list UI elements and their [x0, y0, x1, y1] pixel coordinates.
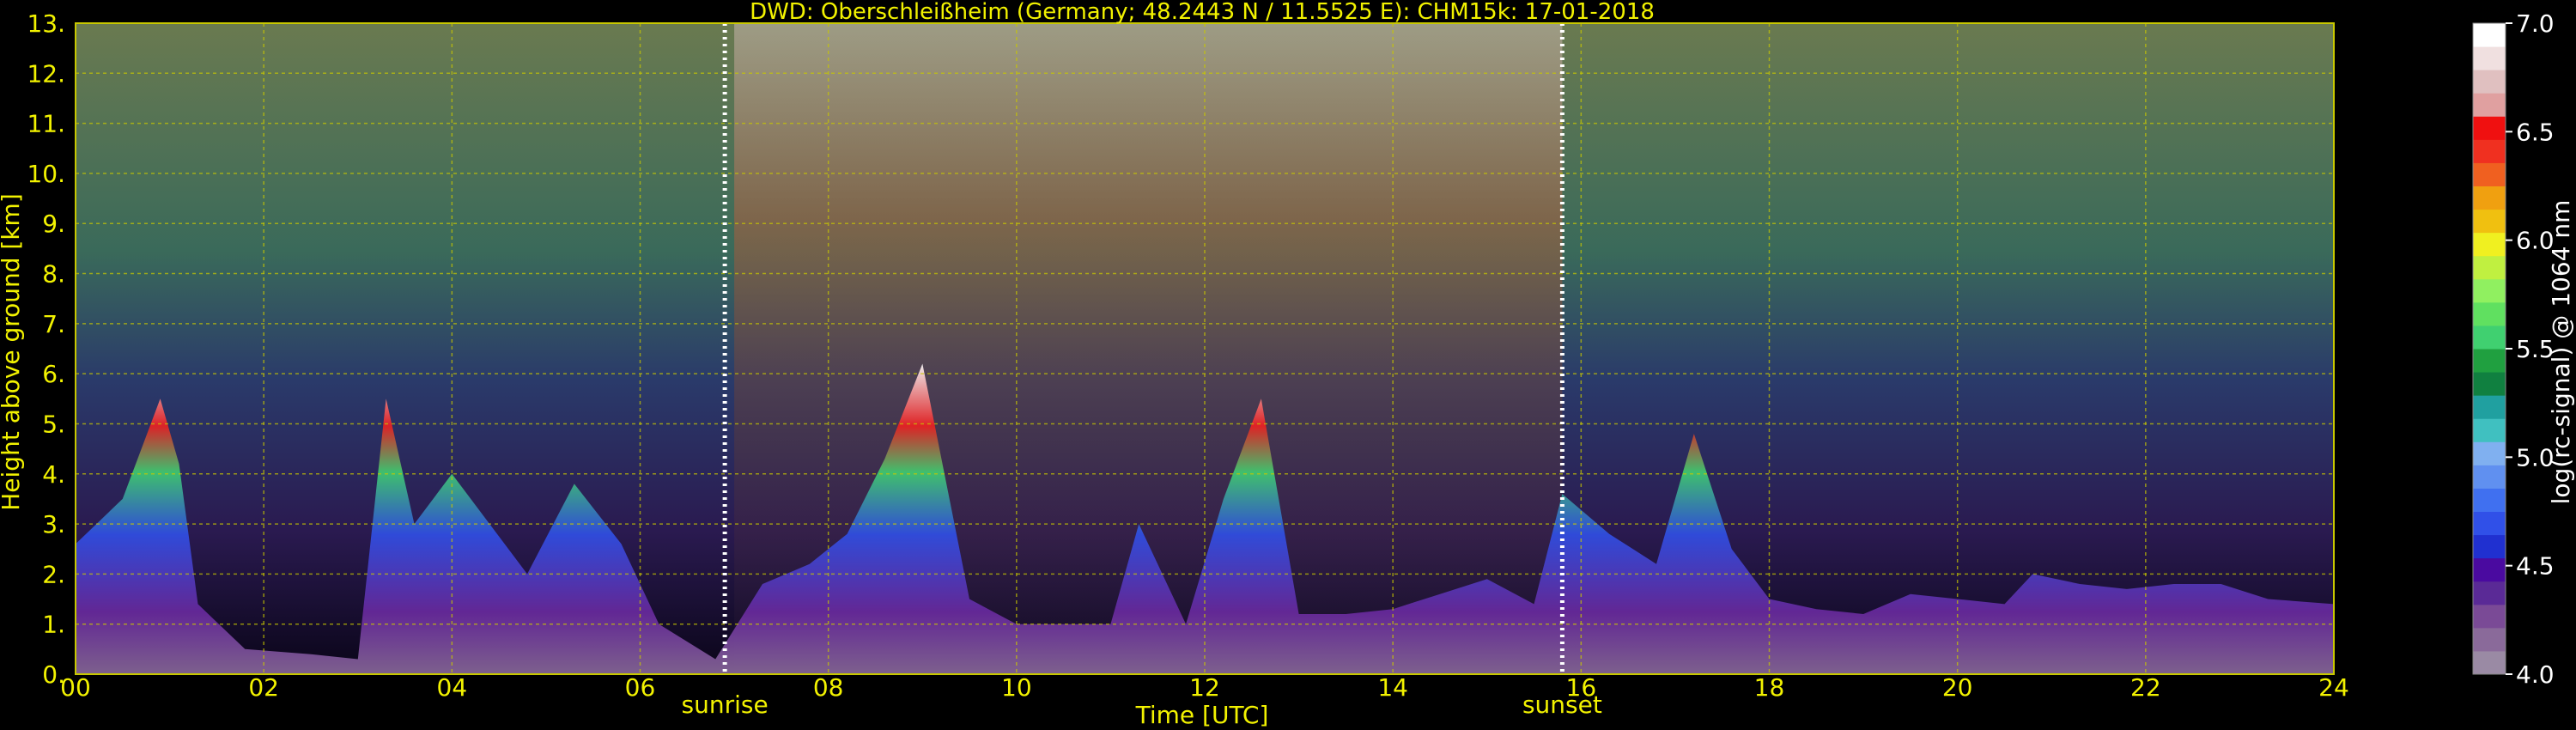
y-tick-label: 1. — [42, 611, 65, 639]
x-tick-label: 18 — [1754, 673, 1785, 702]
y-tick-label: 8. — [42, 260, 65, 289]
colorbar-swatch — [2473, 93, 2506, 117]
colorbar-label: log(rc-signal) @ 1064 nm — [2547, 200, 2575, 505]
x-tick-label: 20 — [1942, 673, 1973, 702]
colorbar-swatch — [2473, 604, 2506, 629]
colorbar-swatch — [2473, 581, 2506, 605]
annotation-label: sunset — [1522, 690, 1602, 719]
colorbar-swatch — [2473, 441, 2506, 465]
colorbar-swatch — [2473, 511, 2506, 536]
x-tick-label: 02 — [248, 673, 279, 702]
colorbar-swatch — [2473, 46, 2506, 70]
colorbar-tick-label: 6.5 — [2516, 118, 2555, 146]
y-tick-label: 5. — [42, 410, 65, 438]
colorbar-tick-label: 4.0 — [2516, 660, 2555, 689]
colorbar-tick-label: 7.0 — [2516, 9, 2555, 38]
colorbar-swatch — [2473, 116, 2506, 140]
y-axis-ticks: 0.1.2.3.4.5.6.7.8.9.10.11.12.13. — [27, 9, 65, 689]
x-axis-ticks: 00 02 04 06 08 10 12 14 16 18 20 22 24 — [60, 673, 2349, 702]
x-tick-label: 10 — [1001, 673, 1032, 702]
colorbar-swatch — [2473, 278, 2506, 303]
y-tick-label: 2. — [42, 560, 65, 588]
y-axis-label: Height above ground [km] — [0, 193, 25, 511]
chart-title: DWD: Oberschleißheim (Germany; 48.2443 N… — [750, 0, 1655, 25]
y-tick-label: 3. — [42, 510, 65, 538]
y-tick-label: 4. — [42, 460, 65, 489]
colorbar-swatch — [2473, 418, 2506, 442]
colorbar-tick-label: 4.5 — [2516, 552, 2555, 581]
ceilometer-chart: 0.1.2.3.4.5.6.7.8.9.10.11.12.13. 00 02 04 0… — [0, 0, 2575, 729]
annotation-label: sunrise — [682, 690, 769, 719]
colorbar-swatch — [2473, 395, 2506, 419]
x-tick-label: 08 — [813, 673, 844, 702]
colorbar-swatch — [2473, 139, 2506, 163]
y-tick-label: 13. — [27, 9, 65, 38]
colorbar-swatch — [2473, 465, 2506, 489]
x-axis-label: Time [UTC] — [1135, 701, 1269, 729]
x-tick-label: 14 — [1377, 673, 1408, 702]
x-tick-label: 00 — [60, 673, 91, 702]
x-tick-label: 12 — [1189, 673, 1220, 702]
colorbar-swatch — [2473, 372, 2506, 396]
y-tick-label: 9. — [42, 210, 65, 238]
y-tick-label: 12. — [27, 59, 65, 88]
colorbar-swatch — [2473, 488, 2506, 512]
y-tick-label: 7. — [42, 310, 65, 338]
colorbar-swatch — [2473, 534, 2506, 559]
y-tick-label: 10. — [27, 160, 65, 188]
colorbar-swatch — [2473, 349, 2506, 373]
colorbar-swatch — [2473, 162, 2506, 186]
x-tick-label: 06 — [625, 673, 656, 702]
colorbar-swatch — [2473, 209, 2506, 234]
y-tick-label: 11. — [27, 110, 65, 138]
colorbar-swatch — [2473, 627, 2506, 652]
colorbar-swatch — [2473, 232, 2506, 257]
x-tick-label: 24 — [2318, 673, 2349, 702]
colorbar: 4.04.55.05.56.06.57.0 log(rc-signal) @ 1… — [2472, 9, 2575, 689]
colorbar-swatch — [2473, 557, 2506, 582]
colorbar-swatch — [2473, 325, 2506, 350]
colorbar-swatch — [2473, 301, 2506, 326]
colorbar-swatch — [2473, 186, 2506, 210]
colorbar-scale — [2472, 22, 2506, 675]
plot-area — [75, 22, 2335, 675]
colorbar-swatch — [2473, 650, 2506, 675]
y-tick-label: 6. — [42, 360, 65, 388]
colorbar-swatch — [2473, 70, 2506, 94]
x-tick-label: 22 — [2130, 673, 2161, 702]
colorbar-swatch — [2473, 255, 2506, 280]
x-tick-label: 04 — [437, 673, 468, 702]
colorbar-swatch — [2473, 23, 2506, 47]
